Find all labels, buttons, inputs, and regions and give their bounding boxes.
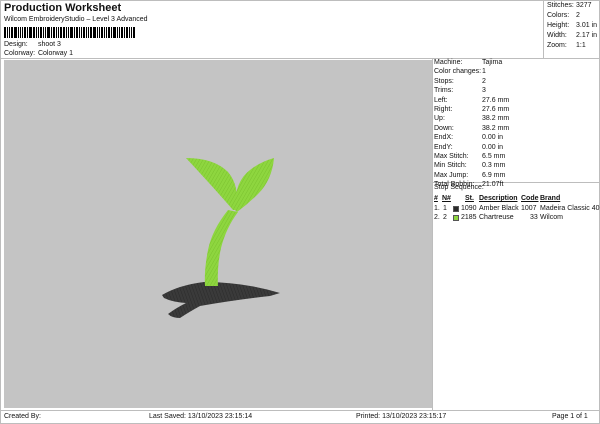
canvas-divider [432,58,433,410]
parameter-value: 2 [482,77,486,85]
summary-label: Height: [547,22,570,29]
design-label: Design: [4,41,28,48]
stitch-count: 2185 [461,214,477,221]
parameter-value: 27.6 mm [482,96,510,104]
thread-brand: Madeira Classic 40 [540,204,600,212]
needle-number: 2 [443,214,447,221]
stop-index: 2. [434,214,440,221]
parameter-label: EndY: [434,143,453,151]
parameter-label: Stops: [434,77,454,85]
table-row: 2. 2 2185 Chartreuse 33 Wilcom [434,214,600,224]
parameter-value: 21.07ft [482,181,504,189]
parameter-label: Min Stitch: [434,162,467,170]
design-row: Design: shoot 3 [4,41,61,48]
thread-code: 1007 [521,204,537,212]
summary-value: 3277 [576,2,592,9]
stop-sequence-title: Stop Sequence: [434,184,484,191]
thread-description: Amber Black [479,204,519,212]
parameter-value: 38.2 mm [482,124,510,132]
printed-date: Printed: 13/10/2023 23:15:17 [356,413,447,420]
parameter-value: 0.3 mm [482,162,506,170]
color-swatch [453,215,459,221]
parameter-value: 38.2 mm [482,115,510,123]
summary-label: Stitches: [547,2,574,9]
parameter-label: Right: [434,105,453,113]
parameter-value: Tajima [482,59,503,66]
column-header-stitches: St. [465,195,474,202]
parameter-value: 27.6 mm [482,105,510,113]
parameter-label: Machine: [434,59,463,66]
barcode-icon [4,27,142,38]
embroidery-design-image [162,158,280,318]
parameter-value: 1 [482,68,486,76]
summary-value: 2.17 in [576,32,598,39]
parameter-value: 0.00 in [482,134,504,142]
parameter-label: Max Jump: [434,171,469,179]
column-header-description: Description [479,195,518,202]
colorway-label: Colorway: [4,50,36,57]
summary-value: 1:1 [576,42,586,49]
parameter-value: 0.00 in [482,143,504,151]
header-divider [0,58,600,59]
parameter-label: Color changes: [434,68,482,76]
last-saved: Last Saved: 13/10/2023 23:15:14 [149,413,253,420]
column-header-index: # [434,195,438,202]
footer-divider [0,410,600,411]
parameter-label: Left: [434,96,448,104]
summary-label: Zoom: [547,42,567,49]
table-row: 1. 1 1090 Amber Black 1007 Madeira Class… [434,205,600,215]
parameter-label: Up: [434,115,445,123]
summary-value: 3.01 in [576,22,598,29]
stop-index: 1. [434,204,440,212]
parameter-label: Down: [434,124,454,132]
column-header-code: Code [521,195,539,202]
summary-divider [543,0,544,58]
parameter-label: Trims: [434,87,454,95]
design-value: shoot 3 [37,41,61,48]
column-header-brand: Brand [540,195,561,202]
software-subtitle: Wilcom EmbroideryStudio – Level 3 Advanc… [4,16,148,23]
page-number: Page 1 of 1 [552,413,588,420]
parameter-label: EndX: [434,134,454,142]
design-preview [4,60,432,408]
summary-value: 2 [576,12,580,19]
parameter-value: 6.5 mm [482,152,506,160]
parameter-label: Max Stitch: [434,152,469,160]
needle-number: 1 [443,204,447,212]
parameter-value: 6.9 mm [482,171,506,179]
thread-brand: Wilcom [540,214,563,221]
stop-sequence-table: # N# St. Description Code Brand 1. 1 109… [434,195,600,224]
summary-label: Width: [547,32,567,39]
colorway-row: Colorway: Colorway 1 [4,50,73,57]
summary-label: Colors: [547,12,570,19]
stitch-count: 1090 [461,204,477,212]
thread-code: 33 [530,214,538,221]
created-by: Created By: [4,413,41,420]
color-swatch [453,205,459,212]
thread-description: Chartreuse [479,214,514,221]
colorway-value: Colorway 1 [37,50,73,57]
parameter-value: 3 [482,87,486,95]
stop-sequence-header: # N# St. Description Code Brand [434,195,600,205]
column-header-needle: N# [442,195,451,202]
page-title: Production Worksheet [4,2,122,14]
